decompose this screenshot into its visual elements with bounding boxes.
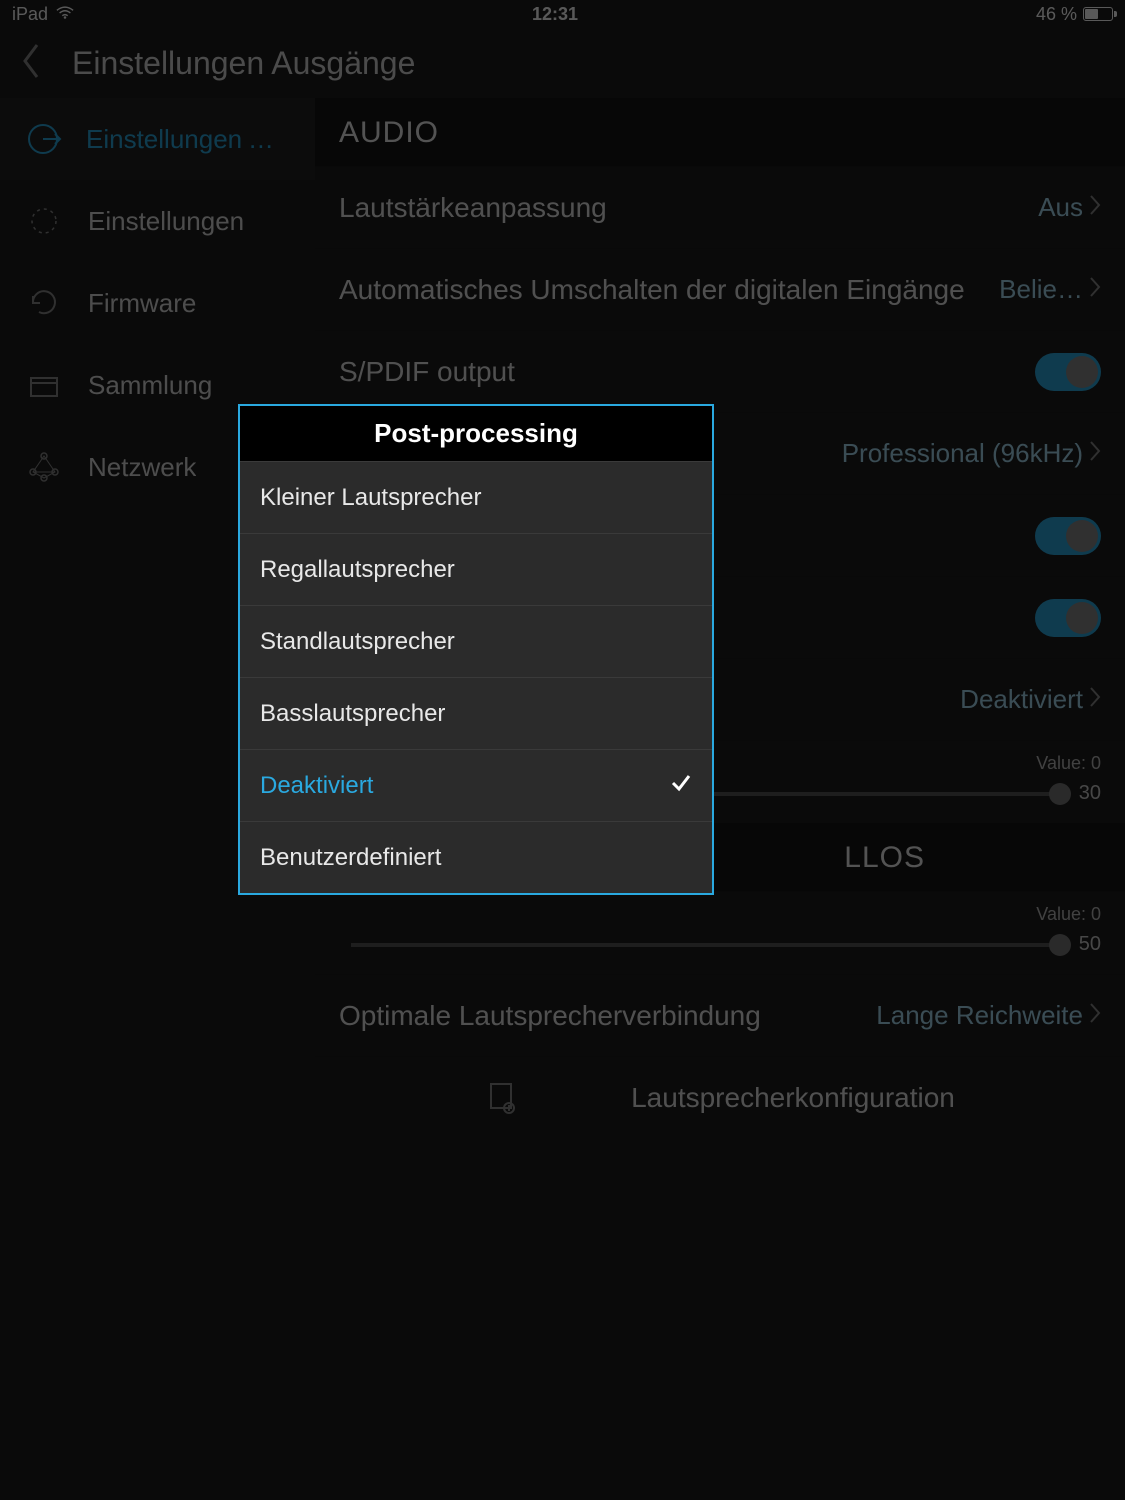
toggle-a[interactable] <box>1035 517 1101 555</box>
sidebar-item-outputs[interactable]: Einstellungen Ausgä… <box>0 98 315 180</box>
row-label: Lautstärkeanpassung <box>339 192 607 224</box>
sidebar-item-firmware[interactable]: Firmware <box>0 262 315 344</box>
row-spdif-output[interactable]: S/PDIF output <box>315 330 1125 412</box>
wifi-icon <box>56 4 74 25</box>
row-value: Professional (96kHz) <box>842 438 1083 469</box>
row-value: Aus <box>1038 192 1083 223</box>
option-label: Benutzerdefiniert <box>260 844 441 872</box>
row-label: Optimale Lautsprecherverbindung <box>339 1000 761 1032</box>
chevron-right-icon <box>1089 274 1101 305</box>
modal-option-bass-speaker[interactable]: Basslautsprecher <box>240 677 712 749</box>
row-volume-adjust[interactable]: Lautstärkeanpassung Aus <box>315 166 1125 248</box>
sidebar-item-label: Einstellungen <box>88 206 244 237</box>
row-auto-switch[interactable]: Automatisches Umschalten der digitalen E… <box>315 248 1125 330</box>
page-title: Einstellungen Ausgänge <box>72 45 415 82</box>
slider-track[interactable] <box>351 943 1067 947</box>
chevron-right-icon <box>1089 684 1101 715</box>
option-label: Standlautsprecher <box>260 628 455 656</box>
back-button[interactable] <box>20 42 42 85</box>
slider-thumb[interactable] <box>1049 783 1071 805</box>
option-label: Regallautsprecher <box>260 556 455 584</box>
slider-max: 30 <box>1079 782 1101 805</box>
battery-percent: 46 % <box>1036 4 1077 25</box>
slider-thumb[interactable] <box>1049 934 1071 956</box>
option-label: Deaktiviert <box>260 772 373 800</box>
row-value: Belie… <box>999 274 1083 305</box>
slider-2[interactable]: Value: 0 50 <box>315 891 1125 974</box>
row-speaker-config[interactable]: Lautsprecherkonfiguration <box>315 1056 1125 1138</box>
slider-value-label: Value: 0 <box>1036 904 1101 925</box>
battery-icon <box>1083 7 1113 21</box>
sidebar-item-settings[interactable]: Einstellungen <box>0 180 315 262</box>
row-value: Lange Reichweite <box>876 1000 1083 1031</box>
sidebar-item-label: Einstellungen Ausgä… <box>86 124 291 155</box>
gear-icon <box>24 201 64 241</box>
modal-option-custom[interactable]: Benutzerdefiniert <box>240 821 712 893</box>
clock: 12:31 <box>532 4 578 25</box>
toggle-b[interactable] <box>1035 599 1101 637</box>
slider-value-label: Value: 0 <box>1036 753 1101 774</box>
option-label: Kleiner Lautsprecher <box>260 484 481 512</box>
speaker-config-icon <box>485 1080 521 1116</box>
folder-icon <box>24 365 64 405</box>
modal-option-small-speaker[interactable]: Kleiner Lautsprecher <box>240 461 712 533</box>
row-label: Automatisches Umschalten der digitalen E… <box>339 274 965 306</box>
sidebar-item-label: Firmware <box>88 288 196 319</box>
toggle-spdif[interactable] <box>1035 353 1101 391</box>
sidebar-item-label: Netzwerk <box>88 452 196 483</box>
chevron-right-icon <box>1089 192 1101 223</box>
modal-option-shelf-speaker[interactable]: Regallautsprecher <box>240 533 712 605</box>
output-icon <box>24 119 62 159</box>
section-audio: AUDIO <box>315 98 1125 166</box>
sidebar-item-label: Sammlung <box>88 370 212 401</box>
network-icon <box>24 447 64 487</box>
option-label: Basslautsprecher <box>260 700 445 728</box>
chevron-right-icon <box>1089 438 1101 469</box>
modal-post-processing: Post-processing Kleiner Lautsprecher Reg… <box>238 404 714 895</box>
row-label: S/PDIF output <box>339 356 515 388</box>
modal-title: Post-processing <box>240 406 712 461</box>
check-icon <box>670 771 692 800</box>
slider-max: 50 <box>1079 933 1101 956</box>
status-bar: iPad 12:31 46 % <box>0 0 1125 28</box>
device-label: iPad <box>12 4 48 25</box>
row-label: Lautsprecherkonfiguration <box>631 1082 955 1114</box>
app-header: Einstellungen Ausgänge <box>0 28 1125 98</box>
refresh-icon <box>24 283 64 323</box>
modal-option-deactivated[interactable]: Deaktiviert <box>240 749 712 821</box>
row-value: Deaktiviert <box>960 684 1083 715</box>
modal-option-floor-speaker[interactable]: Standlautsprecher <box>240 605 712 677</box>
chevron-right-icon <box>1089 1000 1101 1031</box>
row-optimal-connection[interactable]: Optimale Lautsprecherverbindung Lange Re… <box>315 974 1125 1056</box>
